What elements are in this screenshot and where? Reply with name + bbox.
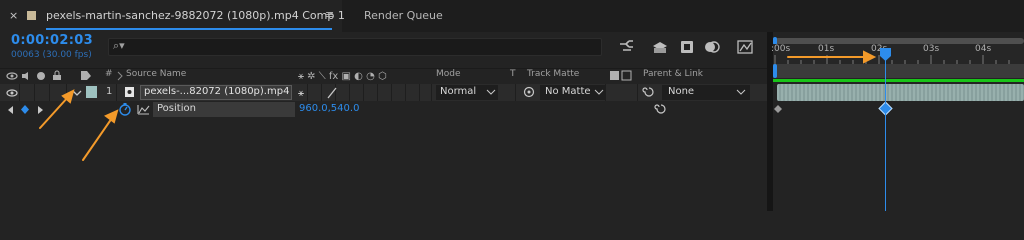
annotation-arrow-stopwatch — [82, 117, 113, 161]
annotation-arrows — [39, 50, 877, 161]
annotation-arrow-expand — [39, 95, 70, 129]
annotation-arrowhead-stopwatch — [104, 109, 119, 124]
annotation-arrowhead-cti — [863, 50, 877, 64]
